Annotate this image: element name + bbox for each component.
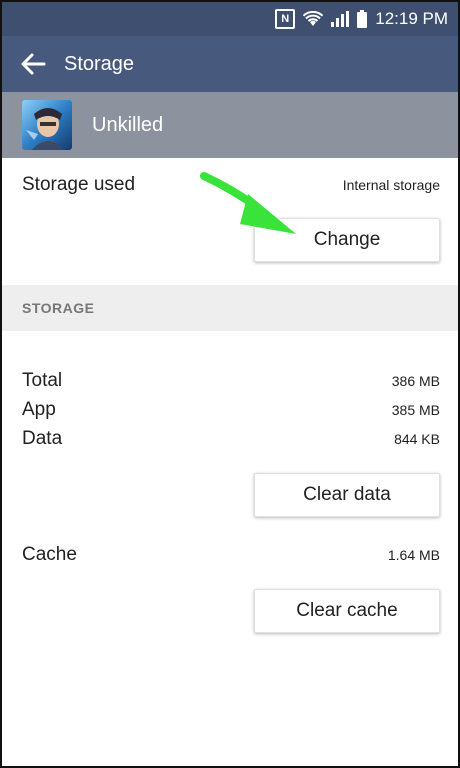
stat-value: 844 KB [394, 431, 440, 447]
stat-value: 385 MB [391, 402, 440, 418]
cache-label: Cache [22, 544, 77, 565]
screen: N 12:19 PM Storage Unkilled Storage used… [0, 0, 460, 768]
app-header: Unkilled [2, 92, 458, 158]
stat-label: Data [22, 428, 63, 449]
stat-row-app: App 385 MB [22, 399, 440, 421]
clear-cache-button[interactable]: Clear cache [254, 589, 440, 633]
toolbar: Storage [2, 36, 458, 92]
cache-row: Cache 1.64 MB [22, 544, 440, 566]
stat-label: Total [22, 370, 63, 391]
stat-row-data: Data 844 KB [22, 428, 440, 450]
status-bar: N 12:19 PM [2, 2, 458, 36]
nfc-icon: N [275, 9, 296, 29]
section-title: STORAGE [22, 300, 95, 316]
wifi-icon [303, 11, 324, 27]
stat-row-total: Total 386 MB [22, 370, 440, 392]
page-title: Storage [64, 52, 135, 75]
storage-location-value: Internal storage [342, 177, 440, 193]
stat-value: 386 MB [391, 373, 440, 389]
status-time: 12:19 PM [375, 9, 448, 28]
storage-section-header: STORAGE [2, 285, 458, 331]
app-name: Unkilled [92, 113, 164, 136]
storage-used-label: Storage used [22, 174, 136, 195]
signal-icon [331, 11, 350, 27]
battery-icon [357, 10, 368, 28]
arrow-left-icon[interactable] [18, 49, 48, 79]
app-icon [22, 100, 72, 150]
annotation-arrow [200, 172, 296, 234]
stat-label: App [22, 399, 56, 420]
cache-value: 1.64 MB [387, 547, 440, 563]
clear-data-button[interactable]: Clear data [254, 473, 440, 517]
